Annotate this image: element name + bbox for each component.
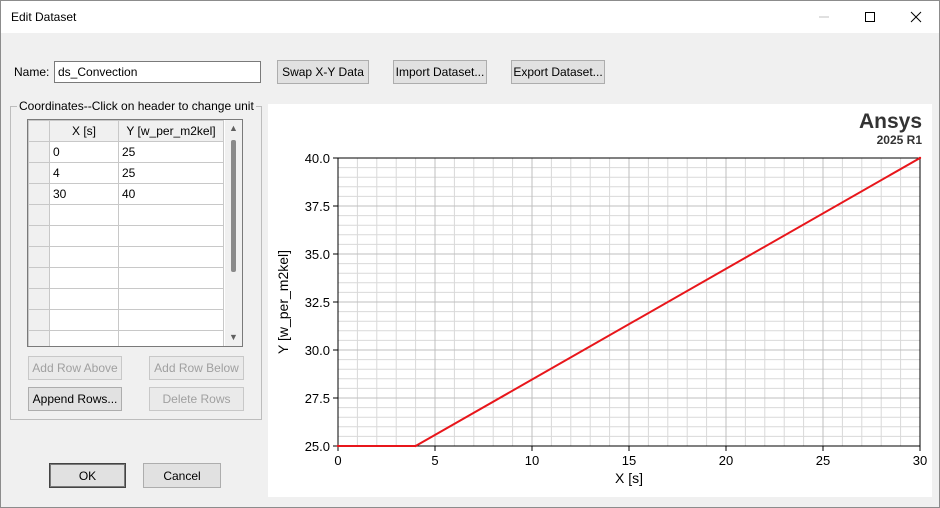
- close-icon: [910, 11, 922, 23]
- cell-y[interactable]: [118, 309, 224, 331]
- ok-button[interactable]: OK: [49, 463, 126, 488]
- cell-y[interactable]: [118, 204, 224, 226]
- cell-y[interactable]: [118, 246, 224, 268]
- table-row[interactable]: [28, 288, 224, 310]
- cancel-button[interactable]: Cancel: [143, 463, 221, 488]
- maximize-icon: [865, 12, 875, 22]
- scroll-down-icon[interactable]: ▼: [229, 332, 238, 342]
- brand-logo: Ansys 2025 R1: [858, 110, 922, 148]
- cell-x[interactable]: 0: [49, 141, 119, 163]
- brand-name: Ansys: [858, 110, 922, 133]
- row-header[interactable]: [28, 225, 50, 247]
- brand-version: 2025 R1: [876, 133, 922, 147]
- minimize-button[interactable]: [801, 1, 847, 33]
- delete-rows-button[interactable]: Delete Rows: [149, 387, 244, 411]
- row-header[interactable]: [28, 246, 50, 268]
- table-row[interactable]: [28, 330, 224, 346]
- row-header[interactable]: [28, 141, 50, 163]
- table-row[interactable]: [28, 225, 224, 247]
- coordinates-grid: X [s] Y [w_per_m2kel] 0 25 4 25 30 40: [28, 120, 224, 346]
- chart-panel: Ansys 2025 R1 0 5 10 15 20 25 30 25.0 27.5 30.0 32…: [268, 104, 932, 497]
- table-row[interactable]: 0 25: [28, 141, 224, 163]
- cell-x[interactable]: [49, 225, 119, 247]
- cell-y[interactable]: 25: [118, 162, 224, 184]
- coordinates-group-title: Coordinates--Click on header to change u…: [17, 99, 256, 113]
- y-tick-label: 35.0: [305, 247, 330, 262]
- cell-x[interactable]: [49, 267, 119, 289]
- add-row-below-button[interactable]: Add Row Below: [149, 356, 244, 380]
- cell-y[interactable]: 40: [118, 183, 224, 205]
- x-axis-label: X [s]: [615, 470, 643, 486]
- y-tick-label: 30.0: [305, 343, 330, 358]
- minimize-icon: [819, 16, 829, 18]
- row-header[interactable]: [28, 204, 50, 226]
- column-header-x[interactable]: X [s]: [49, 120, 119, 142]
- close-button[interactable]: [893, 1, 939, 33]
- x-tick-label: 30: [913, 453, 927, 468]
- row-header[interactable]: [28, 288, 50, 310]
- x-tick-label: 0: [334, 453, 341, 468]
- export-dataset-button[interactable]: Export Dataset...: [511, 60, 605, 84]
- row-header[interactable]: [28, 267, 50, 289]
- import-dataset-button[interactable]: Import Dataset...: [393, 60, 487, 84]
- y-tick-label: 32.5: [305, 295, 330, 310]
- scrollbar-thumb[interactable]: [231, 140, 236, 272]
- append-rows-button[interactable]: Append Rows...: [28, 387, 122, 411]
- x-tick-label: 25: [816, 453, 830, 468]
- add-row-above-button[interactable]: Add Row Above: [28, 356, 122, 380]
- maximize-button[interactable]: [847, 1, 893, 33]
- y-tick-label: 27.5: [305, 391, 330, 406]
- y-axis-label: Y [w_per_m2kel]: [275, 250, 291, 354]
- column-header-y[interactable]: Y [w_per_m2kel]: [118, 120, 224, 142]
- data-point: [918, 156, 922, 160]
- cell-y[interactable]: [118, 267, 224, 289]
- corner-cell: [28, 120, 50, 142]
- coordinates-table[interactable]: X [s] Y [w_per_m2kel] 0 25 4 25 30 40: [27, 119, 243, 347]
- x-tick-label: 20: [719, 453, 733, 468]
- cell-x[interactable]: [49, 204, 119, 226]
- y-tick-label: 25.0: [305, 439, 330, 454]
- y-tick-label: 37.5: [305, 199, 330, 214]
- x-tick-label: 5: [431, 453, 438, 468]
- table-row[interactable]: [28, 246, 224, 268]
- name-input[interactable]: ds_Convection: [54, 61, 261, 83]
- swap-xy-button[interactable]: Swap X-Y Data: [277, 60, 369, 84]
- title-bar: Edit Dataset: [1, 1, 939, 33]
- row-header[interactable]: [28, 162, 50, 184]
- data-point: [336, 444, 340, 448]
- window-title: Edit Dataset: [11, 10, 77, 24]
- table-row[interactable]: [28, 204, 224, 226]
- cell-y[interactable]: [118, 288, 224, 310]
- cell-y[interactable]: 25: [118, 141, 224, 163]
- row-header[interactable]: [28, 330, 50, 346]
- cell-x[interactable]: [49, 246, 119, 268]
- name-label: Name:: [14, 65, 50, 79]
- scroll-up-icon[interactable]: ▲: [229, 123, 238, 133]
- cell-y[interactable]: [118, 330, 224, 346]
- table-row[interactable]: 4 25: [28, 162, 224, 184]
- x-tick-label: 15: [622, 453, 636, 468]
- cell-x[interactable]: [49, 309, 119, 331]
- table-scrollbar[interactable]: ▲ ▼: [225, 120, 242, 346]
- cell-x[interactable]: 4: [49, 162, 119, 184]
- cell-x[interactable]: [49, 288, 119, 310]
- dataset-chart: 0 5 10 15 20 25 30 25.0 27.5 30.0 32.5 35.0 37.5 40.0…: [275, 151, 927, 486]
- edit-dataset-window: Edit Dataset Name: ds_Convection Swap X-…: [0, 0, 940, 508]
- data-point: [414, 444, 417, 448]
- table-row[interactable]: 30 40: [28, 183, 224, 205]
- table-row[interactable]: [28, 309, 224, 331]
- table-row[interactable]: [28, 267, 224, 289]
- cell-y[interactable]: [118, 225, 224, 247]
- cell-x[interactable]: [49, 330, 119, 346]
- cell-x[interactable]: 30: [49, 183, 119, 205]
- row-header[interactable]: [28, 183, 50, 205]
- y-tick-label: 40.0: [305, 151, 330, 166]
- x-tick-label: 10: [525, 453, 539, 468]
- row-header[interactable]: [28, 309, 50, 331]
